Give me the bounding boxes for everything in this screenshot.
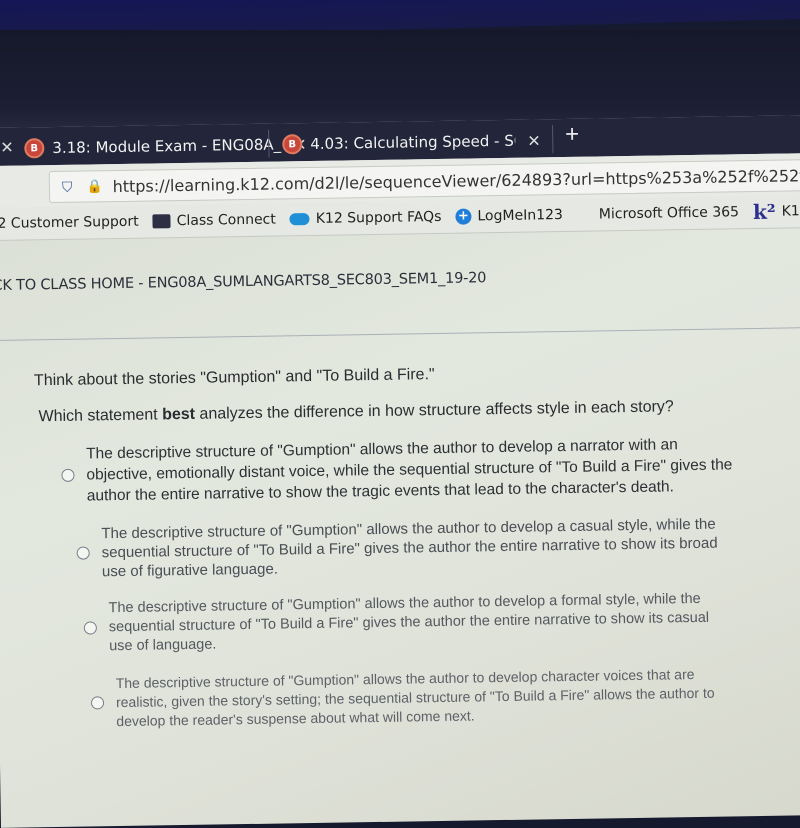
answer-text[interactable]: The descriptive structure of "Gumption" … [116,665,717,731]
radio-button[interactable] [76,546,90,560]
tracking-shield-icon[interactable]: ⛉ [62,179,73,195]
answer-text[interactable]: The descriptive structure of "Gumption" … [86,433,747,506]
question-intro: Think about the stories "Gumption" and "… [33,366,435,390]
back-to-class-home-link[interactable]: CK TO CLASS HOME - ENG08A_SUMLANGARTS8_S… [0,270,486,294]
bookmark-class-connect[interactable]: Class Connect [152,211,276,230]
answer-option-1[interactable]: The descriptive structure of "Gumption" … [61,433,756,507]
answer-option-4[interactable]: The descriptive structure of "Gumption" … [90,664,760,731]
url-text[interactable]: https://learning.k12.com/d2l/le/sequence… [112,165,800,196]
stem-text: Which statement [38,406,163,426]
question-stem: Which statement best analyzes the differ… [38,397,754,426]
bookmark-logmein123[interactable]: + LogMeIn123 [455,207,563,225]
bookmark-k12-speed-test[interactable]: k² K12 Speed Test [753,198,800,224]
tab-close-icon[interactable]: ✕ [0,138,14,158]
microsoft-icon [577,207,593,223]
bookmark-label: 2 Customer Support [0,213,139,232]
bookmark-customer-support[interactable]: 2 Customer Support [0,214,139,232]
brightspace-favicon-icon: B [282,134,303,155]
answer-text[interactable]: The descriptive structure of "Gumption" … [108,590,719,657]
bookmark-label: LogMeIn123 [477,207,563,225]
cloud-icon [289,212,310,226]
question-content: Think about the stories "Gumption" and "… [34,361,760,750]
bookmark-microsoft-office-365[interactable]: Microsoft Office 365 [577,204,739,223]
close-tab-icon[interactable]: ✕ [527,131,541,150]
bookmark-label: K12 Speed Test [781,202,800,220]
class-connect-icon [152,214,171,229]
brightspace-favicon-icon: B [24,138,45,159]
tab-label: 3.18: Module Exam - ENG08A_ [52,135,282,158]
stem-text: analyzes the difference in how structure… [194,398,674,423]
bookmark-label: Microsoft Office 365 [598,204,740,223]
bookmark-k12-support-faqs[interactable]: K12 Support FAQs [289,208,442,227]
tab-label: 4.03: Calculating Speed - SCI08 [310,131,516,153]
stem-emphasis: best [162,405,196,424]
tab-separator [552,125,554,154]
tab-module-exam[interactable]: B 3.18: Module Exam - ENG08A_ ✕ [24,127,307,165]
new-tab-button[interactable]: + [565,121,579,149]
browser-window: ✕ B 3.18: Module Exam - ENG08A_ ✕ B 4.03… [0,114,800,828]
answer-option-3[interactable]: The descriptive structure of "Gumption" … [83,589,758,657]
logmein-icon: + [455,208,472,225]
k12-icon: k² [752,199,776,225]
radio-button[interactable] [61,468,75,482]
tab-calculating-speed[interactable]: B 4.03: Calculating Speed - SCI08 ✕ [282,123,541,161]
lock-icon[interactable]: 🔒 [86,178,102,194]
header-divider [0,326,800,341]
radio-button[interactable] [90,696,105,710]
bookmark-label: Class Connect [176,211,276,230]
bookmark-label: K12 Support FAQs [315,208,442,227]
answer-option-2[interactable]: The descriptive structure of "Gumption" … [76,514,757,582]
radio-button[interactable] [83,621,97,635]
answer-text[interactable]: The descriptive structure of "Gumption" … [101,515,722,582]
